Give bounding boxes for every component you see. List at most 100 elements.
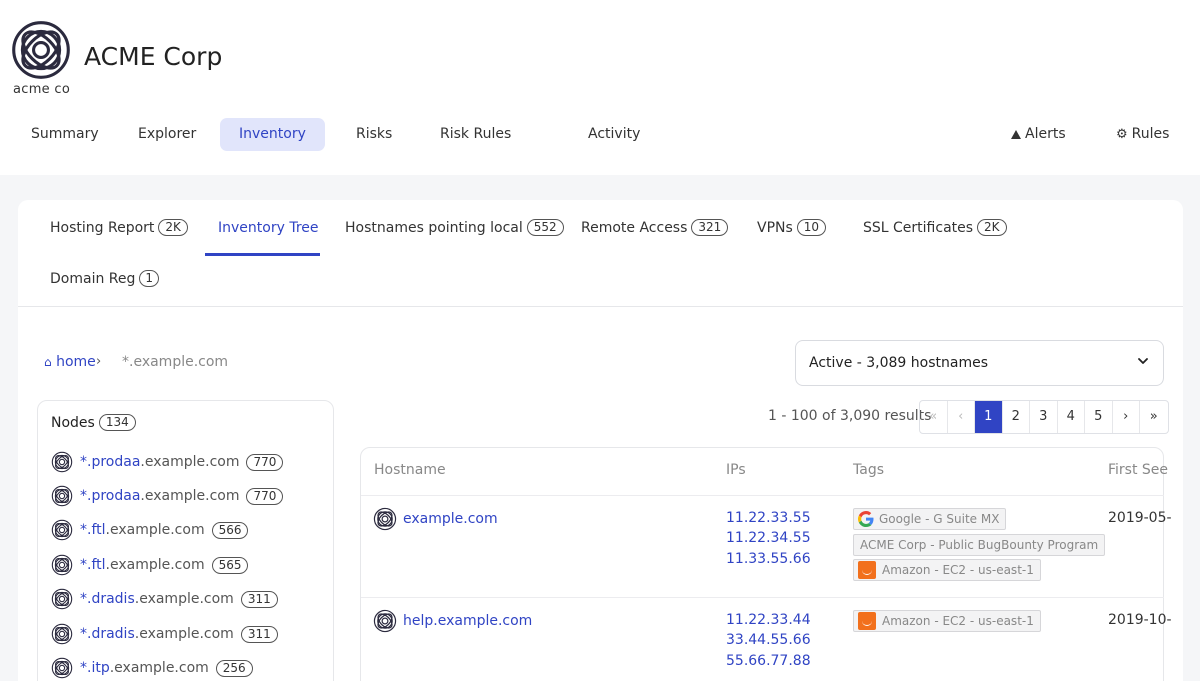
node-link[interactable]: itp: [91, 660, 109, 676]
page-button[interactable]: 4: [1058, 401, 1085, 433]
table-row-hostname[interactable]: example.com: [373, 507, 498, 531]
nav-summary[interactable]: Summary: [12, 118, 118, 151]
tab-remote-access[interactable]: Remote Access 321: [581, 200, 729, 256]
first-seen-value: 2019-05-: [1108, 510, 1172, 526]
breadcrumb-current: *.example.com: [122, 354, 229, 370]
node-link[interactable]: ftl: [91, 522, 105, 538]
page-button[interactable]: 2: [1003, 401, 1030, 433]
node-count-badge: 565: [211, 556, 249, 574]
nodes-count-badge: 134: [98, 414, 136, 431]
page-button[interactable]: 5: [1085, 401, 1113, 433]
rules-button[interactable]: ⚙ Rules: [1097, 118, 1188, 151]
tag-badge[interactable]: Amazon - EC2 - us-east-1: [853, 559, 1041, 581]
column-header-first-seen[interactable]: First See: [1108, 462, 1168, 478]
node-link[interactable]: dradis: [91, 626, 134, 642]
ip-link[interactable]: 11.33.55.66: [726, 551, 811, 567]
tab-count-badge: 2K: [158, 219, 188, 236]
acme-logo-icon: [51, 657, 73, 679]
nav-risk-rules[interactable]: Risk Rules: [421, 118, 530, 151]
node-item[interactable]: *. ftl .example.com 566: [51, 517, 249, 543]
alerts-label: Alerts: [1025, 126, 1066, 142]
nav-explorer[interactable]: Explorer: [119, 118, 215, 151]
page-button[interactable]: 1: [975, 401, 1003, 433]
nav-inventory[interactable]: Inventory: [220, 118, 325, 151]
ip-link[interactable]: 11.22.33.55: [726, 510, 811, 526]
tab-count-badge: 2K: [977, 219, 1007, 236]
node-link[interactable]: prodaa: [91, 488, 140, 504]
tab-inventory-tree[interactable]: Inventory Tree: [218, 200, 319, 256]
node-count-badge: 770: [246, 487, 284, 505]
tag-label: Amazon - EC2 - us-east-1: [882, 614, 1034, 628]
last-page-button[interactable]: »: [1140, 401, 1168, 433]
acme-logo-icon: [373, 609, 397, 633]
top-header: acme co ACME Corp Summary Explorer Inven…: [0, 0, 1200, 175]
tab-ssl-certificates[interactable]: SSL Certificates 2K: [863, 200, 1007, 256]
tab-label: SSL Certificates: [863, 220, 974, 236]
acme-logo-icon[interactable]: [10, 19, 72, 81]
hostname-link[interactable]: help.example.com: [403, 613, 532, 629]
ip-link[interactable]: 11.22.33.44: [726, 612, 811, 628]
node-suffix: .example.com: [109, 660, 209, 676]
node-count-badge: 566: [211, 521, 249, 539]
page-button[interactable]: 3: [1030, 401, 1058, 433]
nav-activity[interactable]: Activity: [569, 118, 659, 151]
node-count-badge: 311: [240, 625, 278, 643]
node-item[interactable]: *. dradis .example.com 311: [51, 621, 278, 647]
acme-logo-icon: [51, 588, 73, 610]
node-count-badge: 256: [215, 659, 253, 677]
first-seen-value: 2019-10-: [1108, 612, 1172, 628]
next-page-button[interactable]: ›: [1113, 401, 1140, 433]
table-row-hostname[interactable]: help.example.com: [373, 609, 532, 633]
tab-label: Remote Access: [581, 220, 688, 236]
nav-risks[interactable]: Risks: [337, 118, 411, 151]
node-prefix: *.: [80, 557, 92, 573]
node-link[interactable]: dradis: [91, 591, 134, 607]
node-item[interactable]: *. prodaa .example.com 770: [51, 483, 284, 509]
column-header-hostname[interactable]: Hostname: [374, 462, 446, 478]
brand-name: ACME Corp: [84, 42, 223, 71]
node-prefix: *.: [80, 454, 92, 470]
pagination: « ‹ 1 2 3 4 5 › »: [919, 400, 1169, 434]
alerts-button[interactable]: Alerts: [992, 118, 1085, 151]
column-header-ips[interactable]: IPs: [726, 462, 746, 478]
first-page-button[interactable]: «: [920, 401, 948, 433]
logo-text: acme co: [13, 82, 71, 97]
amazon-icon: [858, 612, 876, 630]
node-item[interactable]: *. prodaa .example.com 770: [51, 449, 284, 475]
node-item[interactable]: *. dradis .example.com 311: [51, 586, 278, 612]
node-link[interactable]: prodaa: [91, 454, 140, 470]
tag-label: Amazon - EC2 - us-east-1: [882, 563, 1034, 577]
node-count-badge: 770: [246, 453, 284, 471]
node-suffix: .example.com: [134, 626, 234, 642]
node-prefix: *.: [80, 660, 92, 676]
ip-link[interactable]: 33.44.55.66: [726, 632, 811, 648]
row-divider: [361, 597, 1164, 598]
tag-badge[interactable]: Amazon - EC2 - us-east-1: [853, 610, 1041, 632]
ip-link[interactable]: 55.66.77.88: [726, 653, 811, 669]
amazon-icon: [858, 561, 876, 579]
tab-hosting-report[interactable]: Hosting Report 2K: [50, 200, 188, 256]
node-item[interactable]: *. itp .example.com 256: [51, 655, 253, 681]
row-divider: [361, 495, 1164, 496]
chevron-right-icon: ›: [96, 354, 102, 369]
tabs-divider: [18, 306, 1183, 307]
results-count: 1 - 100 of 3,090 results: [768, 408, 932, 424]
acme-logo-icon: [51, 451, 73, 473]
column-header-tags[interactable]: Tags: [853, 462, 884, 478]
node-suffix: .example.com: [140, 488, 240, 504]
status-select[interactable]: Active - 3,089 hostnames: [795, 340, 1164, 386]
ip-link[interactable]: 11.22.34.55: [726, 530, 811, 546]
google-icon: [858, 511, 874, 527]
hostname-link[interactable]: example.com: [403, 511, 498, 527]
tab-domain-reg[interactable]: Domain Reg 1: [50, 251, 160, 307]
node-link[interactable]: ftl: [91, 557, 105, 573]
node-item[interactable]: *. ftl .example.com 565: [51, 552, 249, 578]
tag-badge[interactable]: Google - G Suite MX: [853, 508, 1007, 530]
tab-hostnames-pointing-local[interactable]: Hostnames pointing local 552: [345, 200, 564, 256]
tab-vpns[interactable]: VPNs 10: [757, 200, 827, 256]
prev-page-button[interactable]: ‹: [948, 401, 975, 433]
node-prefix: *.: [80, 626, 92, 642]
tag-badge[interactable]: ACME Corp - Public BugBounty Program: [853, 534, 1106, 556]
breadcrumb-home[interactable]: ⌂ home: [44, 354, 96, 370]
nodes-title: Nodes 134: [51, 414, 136, 431]
